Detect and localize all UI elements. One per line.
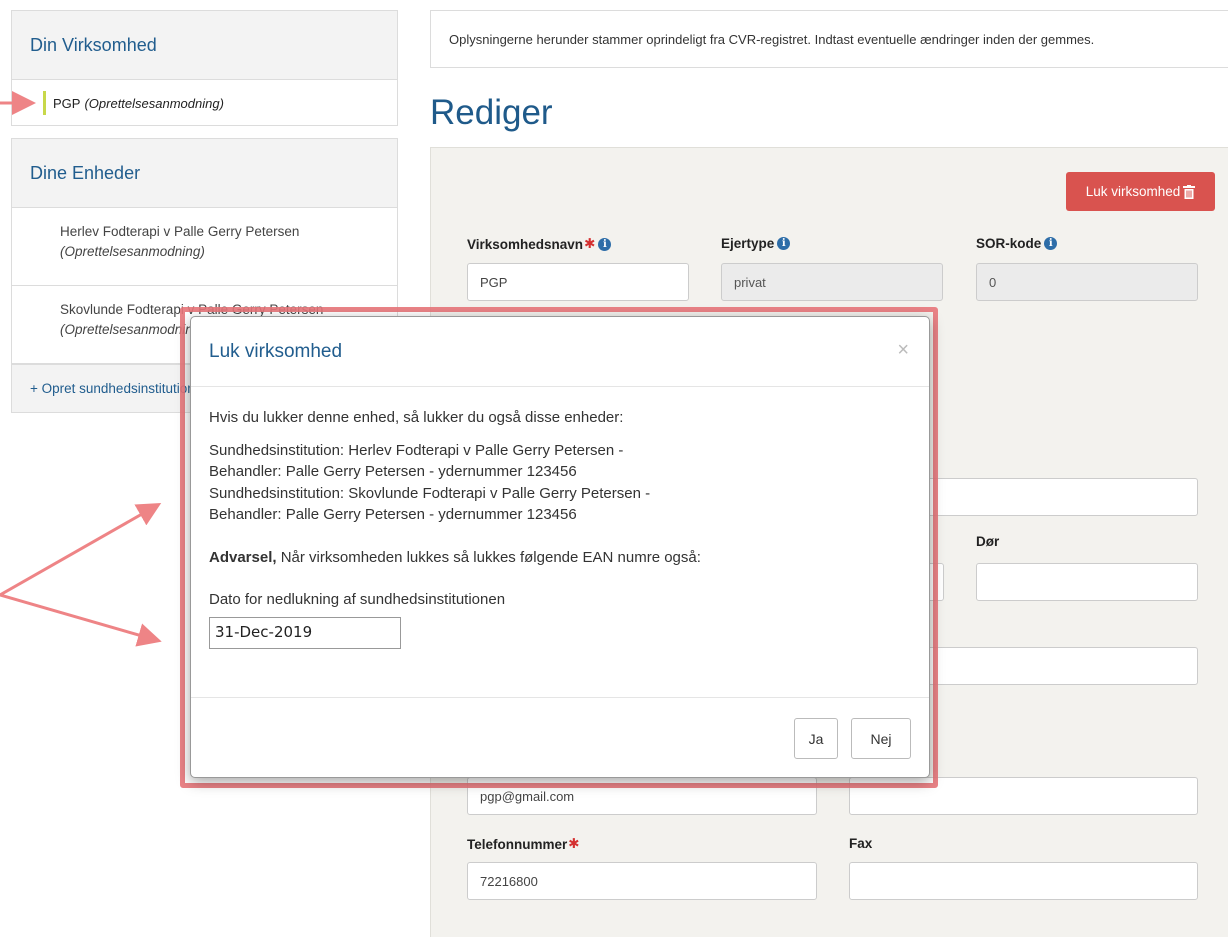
warning-bold: Advarsel, (209, 548, 277, 566)
arrow-date-icon (0, 593, 162, 647)
yes-button[interactable]: Ja (794, 718, 838, 759)
close-icon[interactable]: × (897, 339, 909, 362)
ean-warning: Advarsel, Når virksomheden lukkes så luk… (209, 547, 911, 569)
affected-line: Behandler: Palle Gerry Petersen - ydernu… (209, 463, 577, 480)
affected-line: Behandler: Palle Gerry Petersen - ydernu… (209, 506, 577, 523)
warning-text: Når virksomheden lukkes så lukkes følgen… (276, 548, 701, 566)
affected-line: Sundhedsinstitution: Herlev Fodterapi v … (209, 441, 624, 459)
modal-header: Luk virksomhed × (191, 317, 929, 387)
close-company-modal: Luk virksomhed × Hvis du lukker denne en… (190, 316, 930, 778)
no-button[interactable]: Nej (851, 718, 911, 759)
arrow-units-icon (0, 503, 162, 597)
modal-intro: Hvis du lukker denne enhed, så lukker du… (209, 409, 624, 426)
affected-units-list: Sundhedsinstitution: Herlev Fodterapi v … (209, 440, 911, 526)
affected-line: Sundhedsinstitution: Skovlunde Fodterapi… (209, 484, 651, 502)
modal-footer: Ja Nej (191, 697, 929, 779)
date-label: Dato for nedlukning af sundhedsinstituti… (209, 591, 506, 608)
modal-body: Hvis du lukker denne enhed, så lukker du… (191, 387, 929, 649)
modal-title: Luk virksomhed (209, 340, 343, 362)
close-date-input[interactable]: 31-Dec-2019 (209, 616, 401, 649)
